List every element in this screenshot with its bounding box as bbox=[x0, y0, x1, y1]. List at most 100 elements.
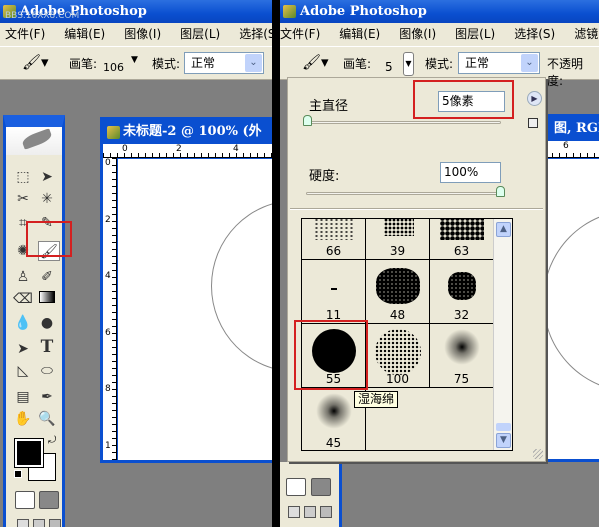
eraser-tool-icon[interactable]: ⌫ bbox=[12, 289, 34, 309]
screen-mode-full-icon[interactable] bbox=[320, 506, 332, 518]
ruler-label: 8 bbox=[105, 384, 111, 394]
brush-grid-scrollbar[interactable]: ▲ ▼ bbox=[493, 219, 512, 450]
ruler-label: 6 bbox=[105, 328, 111, 338]
standard-mode-icon[interactable] bbox=[15, 491, 35, 509]
screen-mode-full-menu-icon[interactable] bbox=[304, 506, 316, 518]
brush-tool-preset-icon[interactable]: 🖌▾ bbox=[302, 53, 329, 71]
divider bbox=[290, 208, 543, 210]
brush-preset[interactable]: 48 bbox=[366, 260, 430, 324]
quick-mask-icon[interactable] bbox=[311, 478, 331, 496]
brush-size-label: 100 bbox=[386, 372, 409, 386]
swap-colors-icon[interactable]: ⤾ bbox=[48, 435, 56, 446]
screen-mode-standard-icon[interactable] bbox=[288, 506, 300, 518]
brush-dropdown-button[interactable]: ▼ bbox=[403, 52, 414, 76]
marquee-tool-icon[interactable]: ⬚ bbox=[12, 167, 34, 187]
brush-dropdown-arrow-icon[interactable]: ▼ bbox=[131, 55, 138, 65]
resize-grip-icon[interactable] bbox=[533, 449, 543, 459]
stamp-tool-icon[interactable]: ♙ bbox=[12, 267, 34, 287]
mode-select[interactable]: 正常 ⌄ bbox=[184, 52, 264, 74]
scroll-up-icon[interactable]: ▲ bbox=[496, 222, 511, 237]
move-tool-icon[interactable]: ➤ bbox=[36, 167, 58, 187]
menu-file[interactable]: 文件(F) bbox=[280, 23, 334, 46]
mode-label: 模式: bbox=[152, 57, 181, 71]
ruler-top: 0 2 4 bbox=[103, 144, 272, 158]
foreground-color-swatch[interactable] bbox=[14, 438, 44, 468]
ruler-label: 4 bbox=[233, 144, 239, 154]
screen-mode-full-icon[interactable] bbox=[49, 519, 61, 527]
menu-image[interactable]: 图像(I) bbox=[399, 23, 450, 46]
hardness-value: 100% bbox=[444, 165, 479, 179]
new-preset-icon[interactable] bbox=[528, 118, 538, 128]
lasso-tool-icon[interactable]: ✂ bbox=[12, 189, 34, 209]
document-window: 图, RGB/ 6 bbox=[542, 114, 599, 462]
menu-select[interactable]: 选择(S) bbox=[514, 23, 569, 46]
brush-preset[interactable]: 39 bbox=[366, 219, 430, 260]
ruler-left: 0 2 4 6 8 1 bbox=[103, 158, 117, 460]
brush-size-label: 48 bbox=[389, 308, 406, 322]
brush-preset[interactable]: 100 bbox=[366, 324, 430, 388]
canvas[interactable] bbox=[118, 159, 272, 460]
brush-size[interactable]: 106 bbox=[103, 61, 124, 74]
brush-label: 画笔: bbox=[343, 57, 372, 71]
menu-image[interactable]: 图像(I) bbox=[124, 23, 175, 46]
master-diameter-slider-thumb[interactable] bbox=[303, 115, 312, 126]
type-tool-icon[interactable]: T bbox=[36, 337, 58, 357]
popup-menu-arrow-icon[interactable]: ▶ bbox=[527, 91, 542, 106]
eyedropper-icon[interactable]: ✒ bbox=[36, 387, 58, 407]
menu-layer[interactable]: 图层(L) bbox=[180, 23, 234, 46]
brush-cursor-circle bbox=[545, 210, 599, 392]
brush-preset[interactable]: 75 bbox=[430, 324, 494, 388]
brush-preset[interactable]: 32 bbox=[430, 260, 494, 324]
menu-layer[interactable]: 图层(L) bbox=[455, 23, 509, 46]
menu-file[interactable]: 文件(F) bbox=[5, 23, 59, 46]
brush-preset[interactable]: 66 bbox=[302, 219, 366, 260]
brush-size-label: 63 bbox=[453, 244, 470, 258]
screen-mode-full-menu-icon[interactable] bbox=[33, 519, 45, 527]
path-select-icon[interactable]: ➤ bbox=[12, 339, 34, 359]
brush-preset[interactable]: 11 bbox=[302, 260, 366, 324]
canvas[interactable] bbox=[545, 159, 599, 459]
title-bar: Adobe Photoshop bbox=[280, 0, 599, 23]
scroll-thumb[interactable] bbox=[496, 423, 511, 431]
menu-select[interactable]: 选择(S) bbox=[239, 23, 272, 46]
brush-tool-preset-icon[interactable]: 🖌▾ bbox=[22, 53, 49, 71]
hardness-input[interactable]: 100% bbox=[440, 162, 501, 183]
master-diameter-highlight bbox=[413, 80, 514, 119]
brush-picker-popup: 主直径 5像素 ▶ 硬度: 100% 66 39 63 11 48 32 55 … bbox=[287, 77, 546, 462]
master-diameter-slider[interactable] bbox=[306, 121, 501, 124]
ruler-label: 2 bbox=[105, 215, 111, 225]
default-colors-icon[interactable] bbox=[14, 470, 22, 478]
document-title-bar: 未标题-2 @ 100% (外 bbox=[103, 120, 272, 144]
right-screenshot: Adobe Photoshop 文件(F) 编辑(E) 图像(I) 图层(L) 选择(S… bbox=[280, 0, 599, 527]
gradient-tool-icon[interactable] bbox=[36, 289, 58, 309]
magic-wand-icon[interactable]: ✳ bbox=[36, 189, 58, 209]
menu-filter[interactable]: 滤镜(T) bbox=[574, 23, 599, 46]
notes-tool-icon[interactable]: ▤ bbox=[12, 387, 34, 407]
options-bar: 🖌▾ 画笔: 5 ▼ 模式: 正常 ⌄ 不透明度: bbox=[280, 46, 599, 88]
menu-edit[interactable]: 编辑(E) bbox=[339, 23, 394, 46]
hardness-slider[interactable] bbox=[306, 192, 501, 195]
shape-tool-icon[interactable]: ⬭ bbox=[36, 361, 58, 381]
dodge-tool-icon[interactable]: ● bbox=[36, 313, 58, 333]
brush-preset[interactable]: 63 bbox=[430, 219, 494, 260]
menu-edit[interactable]: 编辑(E) bbox=[64, 23, 119, 46]
blur-tool-icon[interactable]: 💧 bbox=[12, 313, 34, 333]
chevron-down-icon[interactable]: ⌄ bbox=[521, 54, 538, 72]
brush-size[interactable]: 5 bbox=[385, 60, 393, 74]
brush-size-label: 39 bbox=[389, 244, 406, 258]
hardness-slider-thumb[interactable] bbox=[496, 186, 505, 197]
pen-tool-icon[interactable]: ◺ bbox=[12, 361, 34, 381]
history-brush-icon[interactable]: ✐ bbox=[36, 267, 58, 287]
standard-mode-icon[interactable] bbox=[286, 478, 306, 496]
mode-select[interactable]: 正常 ⌄ bbox=[458, 52, 540, 74]
mode-label: 模式: bbox=[425, 57, 454, 71]
zoom-tool-icon[interactable]: 🔍 bbox=[36, 409, 58, 429]
scroll-down-icon[interactable]: ▼ bbox=[496, 433, 511, 448]
quick-mask-icon[interactable] bbox=[39, 491, 59, 509]
app-title: Adobe Photoshop bbox=[300, 4, 427, 19]
toolbox: ⬚ ➤ ✂ ✳ ⌗ ✎ ✺ 🖌 ♙ ✐ ⌫ 💧 ● ➤ T ◺ ⬭ ▤ ✒ ✋ … bbox=[3, 115, 65, 527]
ruler-label: 2 bbox=[176, 144, 182, 154]
chevron-down-icon[interactable]: ⌄ bbox=[245, 54, 262, 72]
screen-mode-standard-icon[interactable] bbox=[17, 519, 29, 527]
hand-tool-icon[interactable]: ✋ bbox=[12, 409, 34, 429]
